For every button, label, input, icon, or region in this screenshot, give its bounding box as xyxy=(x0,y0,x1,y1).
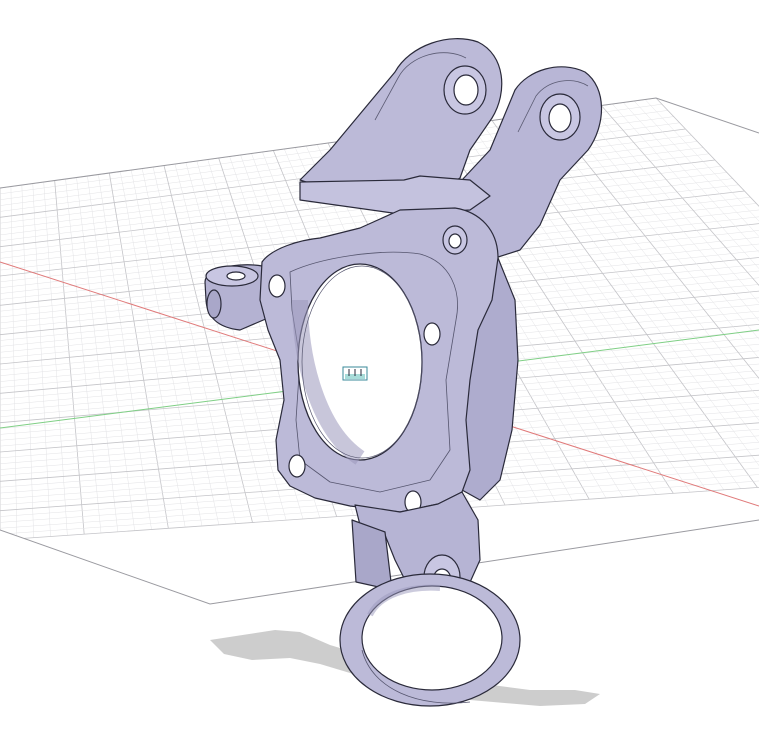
grid-line xyxy=(633,100,759,473)
3d-viewport[interactable] xyxy=(0,0,759,753)
top-shelf xyxy=(299,175,491,215)
bolt-hole xyxy=(268,274,286,298)
bolt-hole xyxy=(448,233,462,249)
bottom-ring[interactable] xyxy=(339,573,521,707)
bolt-hole xyxy=(288,454,306,478)
grid-line xyxy=(612,103,759,475)
hub-bore[interactable] xyxy=(292,263,423,465)
knuckle-part[interactable] xyxy=(204,38,603,707)
bolt-hole xyxy=(423,322,441,346)
grid-line xyxy=(546,112,759,482)
origin-marker-icon[interactable] xyxy=(342,366,368,381)
grid-line xyxy=(644,99,759,472)
viewport-canvas[interactable] xyxy=(0,0,759,753)
